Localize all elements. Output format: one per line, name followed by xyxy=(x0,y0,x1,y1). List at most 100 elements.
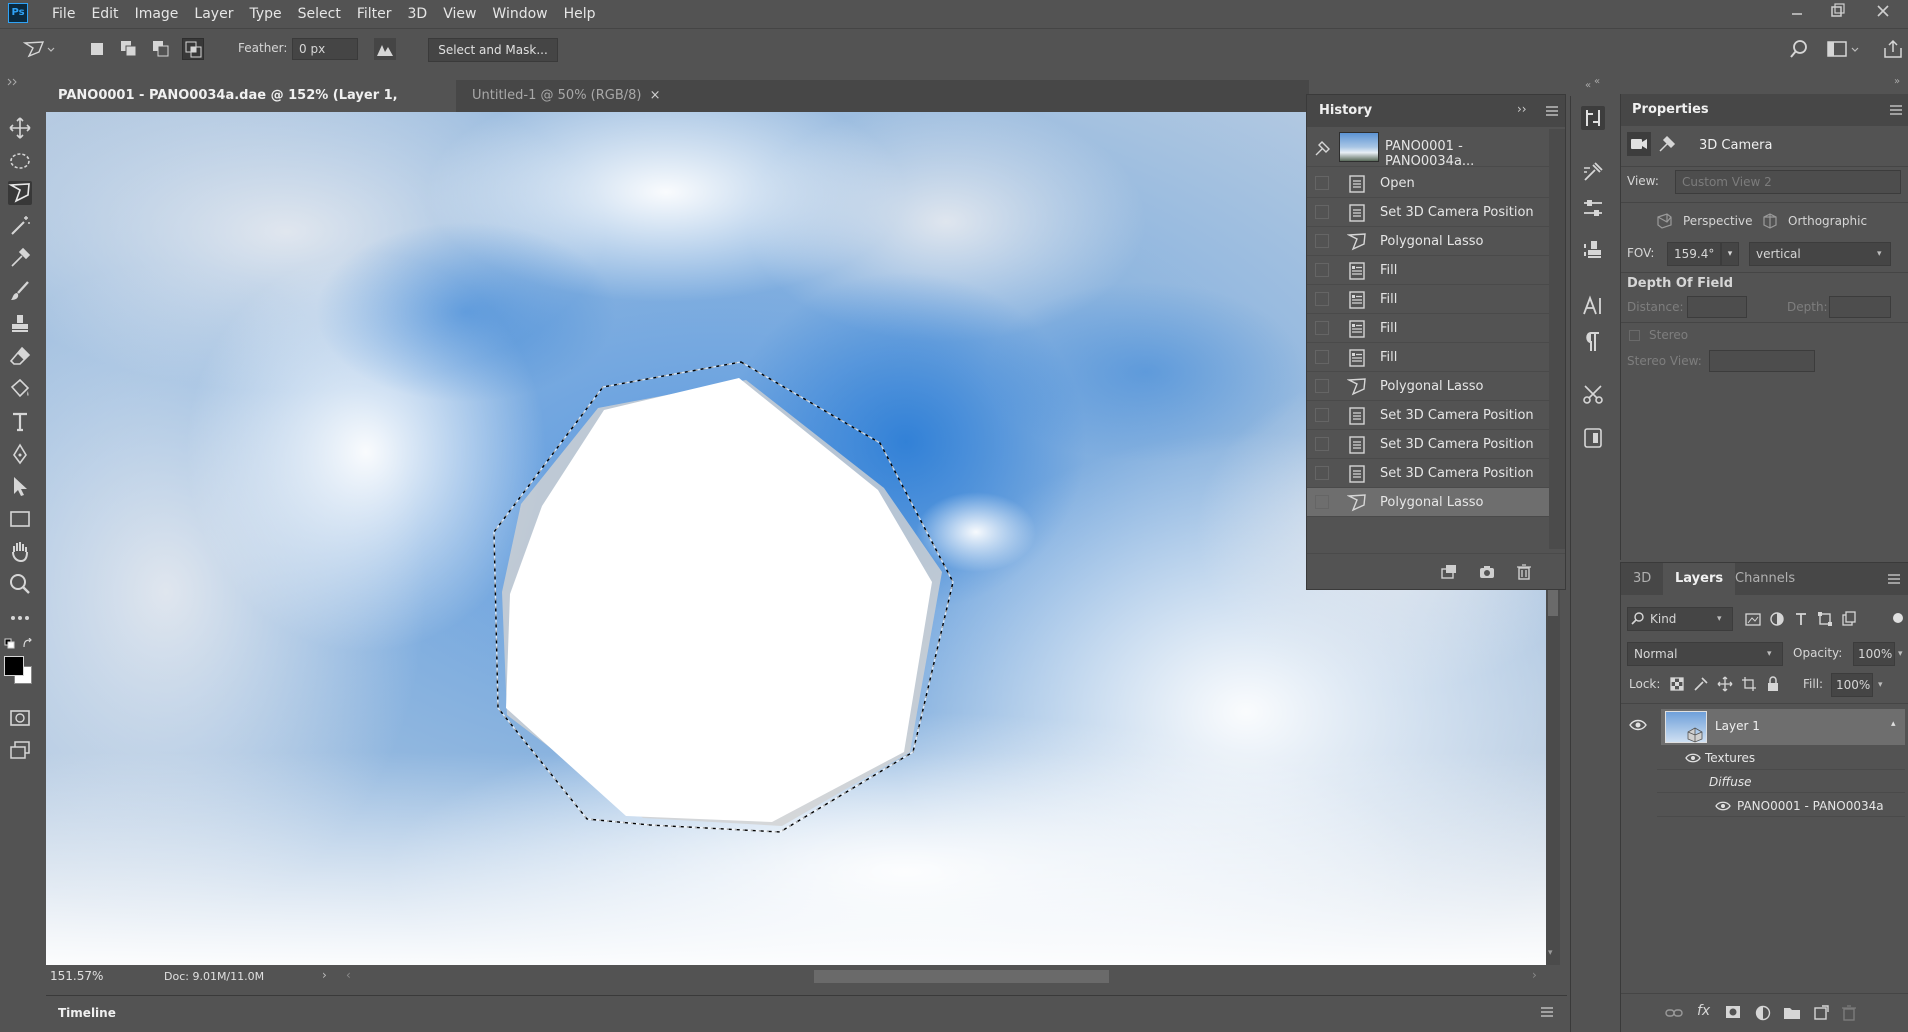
tab-close-icon[interactable]: × xyxy=(650,88,661,103)
new-selection-button[interactable] xyxy=(86,38,108,60)
diffuse-row[interactable]: Diffuse xyxy=(1657,771,1905,793)
menu-select[interactable]: Select xyxy=(290,0,349,28)
history-state-row[interactable]: Set 3D Camera Position xyxy=(1307,198,1549,227)
history-state-checkbox[interactable] xyxy=(1315,379,1329,393)
magic-wand-icon[interactable] xyxy=(8,214,32,238)
minimize-button[interactable] xyxy=(1780,0,1814,24)
polygonal-lasso-tool-icon[interactable] xyxy=(8,181,32,205)
feather-input[interactable]: 0 px xyxy=(292,38,358,60)
filter-shape-icon[interactable] xyxy=(1817,611,1833,627)
eraser-icon[interactable] xyxy=(8,344,32,368)
stereo-view-select[interactable] xyxy=(1709,350,1815,372)
delete-layer-icon[interactable] xyxy=(1841,1005,1857,1021)
history-state-row[interactable]: Polygonal Lasso xyxy=(1307,488,1549,517)
distance-input[interactable] xyxy=(1687,296,1747,318)
lock-position-icon[interactable] xyxy=(1717,676,1733,692)
zoom-tool-icon[interactable] xyxy=(8,572,32,596)
lock-pixels-icon[interactable] xyxy=(1693,676,1709,692)
paragraph-panel-icon[interactable] xyxy=(1581,330,1605,354)
blend-mode-select[interactable]: Normal xyxy=(1627,642,1783,666)
history-state-checkbox[interactable] xyxy=(1315,234,1329,248)
brush-icon[interactable] xyxy=(8,279,32,303)
tab-untitled-document[interactable]: Untitled-1 @ 50% (RGB/8) × xyxy=(460,80,690,112)
timeline-menu-icon[interactable] xyxy=(1540,1006,1554,1018)
clone-source-icon[interactable] xyxy=(1581,238,1605,262)
filter-type-icon[interactable] xyxy=(1793,611,1809,627)
fill-input[interactable]: 100% xyxy=(1831,673,1873,697)
fill-arrow-icon[interactable]: ▾ xyxy=(1878,673,1883,697)
orthographic-label[interactable]: Orthographic xyxy=(1788,214,1867,228)
search-icon[interactable] xyxy=(1788,38,1810,60)
fov-input[interactable]: 159.4° xyxy=(1667,242,1721,266)
history-state-checkbox[interactable] xyxy=(1315,292,1329,306)
history-brush-source-icon[interactable] xyxy=(1313,138,1333,158)
history-state-row[interactable]: Set 3D Camera Position xyxy=(1307,459,1549,488)
menu-edit[interactable]: Edit xyxy=(83,0,126,28)
history-panel-icon[interactable] xyxy=(1581,106,1605,130)
lock-artboard-icon[interactable] xyxy=(1741,676,1757,692)
menu-type[interactable]: Type xyxy=(241,0,289,28)
brush-settings-icon[interactable] xyxy=(1581,160,1605,184)
pen-tool-icon[interactable] xyxy=(8,442,32,466)
elliptical-marquee-icon[interactable] xyxy=(8,149,32,173)
fov-axis-select[interactable]: vertical xyxy=(1749,242,1891,266)
history-state-row[interactable]: Set 3D Camera Position xyxy=(1307,401,1549,430)
camera-icon[interactable] xyxy=(1627,132,1651,156)
history-state-checkbox[interactable] xyxy=(1315,408,1329,422)
history-state-row[interactable]: Fill xyxy=(1307,256,1549,285)
path-selection-icon[interactable] xyxy=(8,474,32,498)
character-panel-icon[interactable] xyxy=(1581,294,1605,318)
paint-bucket-icon[interactable] xyxy=(8,377,32,401)
lock-transparent-icon[interactable] xyxy=(1669,676,1685,692)
perspective-label[interactable]: Perspective xyxy=(1683,214,1753,228)
menu-view[interactable]: View xyxy=(435,0,484,28)
tool-preset-picker[interactable] xyxy=(22,38,56,60)
filter-pixel-icon[interactable] xyxy=(1745,611,1761,627)
history-scrollbar[interactable] xyxy=(1549,129,1565,549)
type-tool-icon[interactable] xyxy=(8,410,32,434)
history-title[interactable]: History xyxy=(1319,103,1372,118)
new-group-folder-icon[interactable] xyxy=(1783,1006,1801,1020)
tab-pano-document[interactable]: PANO0001 - PANO0034a.dae @ 152% (Layer 1… xyxy=(46,80,456,135)
screen-mode-icon[interactable] xyxy=(8,738,32,762)
menu-file[interactable]: File xyxy=(44,0,83,28)
orthographic-icon[interactable] xyxy=(1761,212,1779,230)
default-colors-icon[interactable] xyxy=(4,638,16,650)
scroll-right-arrow-icon[interactable]: › xyxy=(1532,968,1537,982)
history-state-row[interactable]: Polygonal Lasso xyxy=(1307,227,1549,256)
textures-visibility-eye-icon[interactable] xyxy=(1685,752,1701,764)
scroll-left-arrow-icon[interactable]: ‹ xyxy=(346,968,351,982)
texture-file-row[interactable]: PANO0001 - PANO0034a xyxy=(1657,794,1905,817)
opacity-arrow-icon[interactable]: ▾ xyxy=(1898,642,1903,666)
menu-3d[interactable]: 3D xyxy=(400,0,436,28)
collapse-layer-arrow-icon[interactable]: ▴ xyxy=(1891,719,1896,729)
select-and-mask-button[interactable]: Select and Mask... xyxy=(428,38,558,62)
link-layers-icon[interactable] xyxy=(1665,1006,1683,1020)
stereo-checkbox[interactable] xyxy=(1629,330,1640,341)
dock-expand-icon[interactable]: » xyxy=(1894,76,1900,87)
properties-title[interactable]: Properties xyxy=(1632,102,1709,117)
more-tools-icon[interactable] xyxy=(8,606,32,630)
collapse-strip-icon[interactable]: « xyxy=(1585,80,1591,91)
history-state-row[interactable]: Open xyxy=(1307,169,1549,198)
history-menu-icon[interactable] xyxy=(1545,105,1559,117)
adjustments-icon[interactable] xyxy=(1581,196,1605,220)
collapse-panel-icon[interactable]: ›› xyxy=(1517,102,1527,116)
close-window-button[interactable] xyxy=(1866,0,1900,24)
history-state-checkbox[interactable] xyxy=(1315,205,1329,219)
perspective-icon[interactable] xyxy=(1655,212,1673,230)
color-swatches[interactable] xyxy=(4,654,34,690)
fov-dropdown-arrow-icon[interactable]: ▾ xyxy=(1721,242,1739,266)
status-menu-arrow-icon[interactable]: › xyxy=(322,968,327,982)
history-state-row[interactable]: Polygonal Lasso xyxy=(1307,372,1549,401)
texture-visibility-eye-icon[interactable] xyxy=(1715,800,1731,812)
history-state-row[interactable]: Set 3D Camera Position xyxy=(1307,430,1549,459)
new-layer-icon[interactable] xyxy=(1813,1005,1829,1021)
filter-toggle[interactable] xyxy=(1893,613,1903,623)
menu-layer[interactable]: Layer xyxy=(186,0,241,28)
tab-3d[interactable]: 3D xyxy=(1621,563,1663,595)
coordinates-icon[interactable] xyxy=(1657,134,1677,154)
scroll-down-arrow-icon[interactable]: ▾ xyxy=(1548,948,1553,958)
new-adjustment-layer-icon[interactable] xyxy=(1755,1005,1771,1021)
timeline-title[interactable]: Timeline xyxy=(58,1006,116,1020)
